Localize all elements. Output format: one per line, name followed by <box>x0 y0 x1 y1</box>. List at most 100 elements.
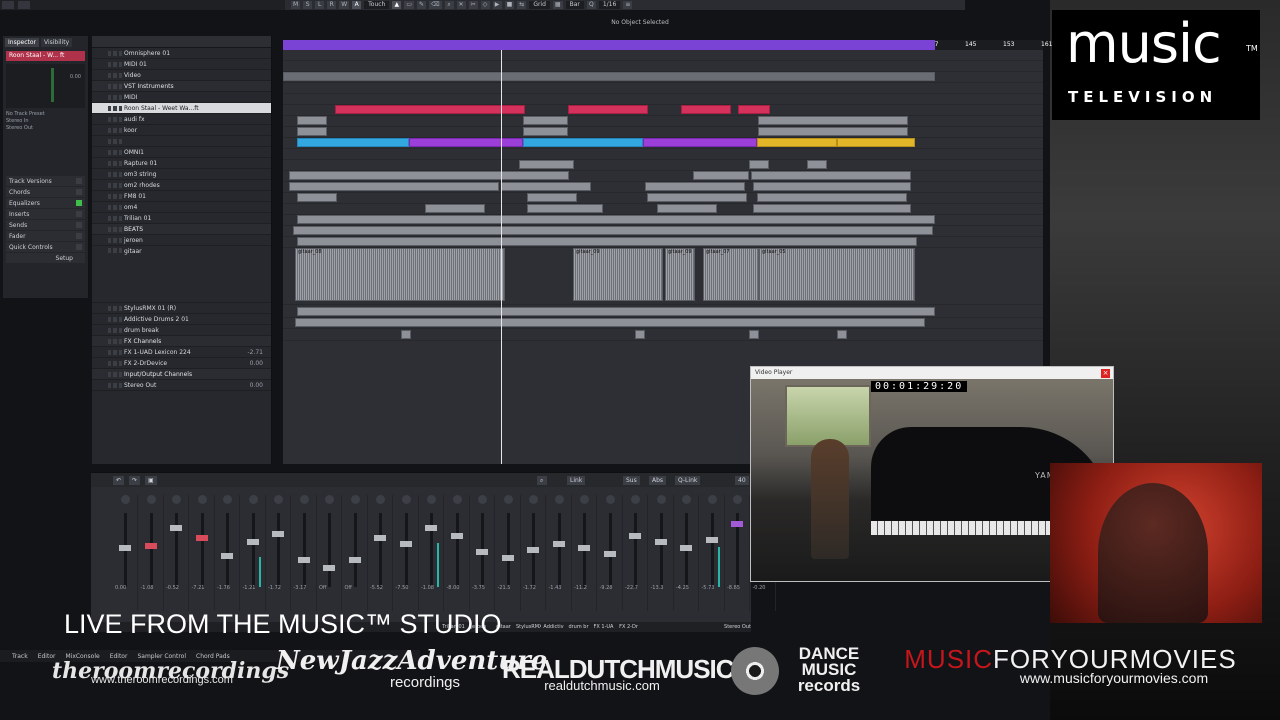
fader-handle[interactable] <box>578 545 590 551</box>
track-lane[interactable] <box>283 171 1043 182</box>
track-row[interactable] <box>92 136 271 147</box>
track-toggle-icon[interactable] <box>113 193 117 199</box>
event-clip[interactable] <box>527 204 603 213</box>
window-control-icon[interactable] <box>2 1 14 9</box>
track-toggle-icon[interactable] <box>113 305 117 311</box>
pan-knob[interactable] <box>529 495 538 504</box>
fader-handle[interactable] <box>705 537 718 543</box>
mixer-channel-strip[interactable]: -1.08 <box>139 495 164 611</box>
track-controls[interactable] <box>92 248 122 253</box>
track-toggle-icon[interactable] <box>113 116 117 122</box>
track-row[interactable]: Rapture 01 <box>92 158 271 169</box>
mixer-channel-strip[interactable]: -11.2 <box>572 495 597 611</box>
track-toggle-icon[interactable] <box>108 226 112 232</box>
mixer-channel-strip[interactable]: -1.72 <box>266 495 291 611</box>
track-toggle-icon[interactable] <box>113 171 117 177</box>
audio-event[interactable]: gitaar_09 <box>665 248 695 301</box>
track-toggle-icon[interactable] <box>113 149 117 155</box>
event-clip[interactable] <box>657 204 717 213</box>
track-controls[interactable] <box>92 305 122 311</box>
track-toggle-icon[interactable] <box>113 371 117 377</box>
track-toggle-icon[interactable] <box>113 316 117 322</box>
fader-handle[interactable] <box>246 539 259 545</box>
fader-handle[interactable] <box>476 549 488 555</box>
fader-handle[interactable] <box>552 541 565 547</box>
track-row[interactable]: StylusRMX 01 (R) <box>92 303 271 314</box>
track-toggle-icon[interactable] <box>108 182 112 188</box>
track-toggle-icon[interactable] <box>108 50 112 56</box>
event-clip[interactable] <box>409 138 523 147</box>
mixer-channel-strip[interactable]: -1.21 <box>241 495 266 611</box>
track-toggle-icon[interactable] <box>108 204 112 210</box>
fader-handle[interactable] <box>348 557 361 563</box>
channel-name[interactable]: FX 1-UA <box>591 622 616 632</box>
fader-handle[interactable] <box>221 553 233 559</box>
track-lane[interactable] <box>283 83 1043 94</box>
event-clip[interactable] <box>297 215 935 224</box>
track-toggle-icon[interactable] <box>113 248 117 253</box>
mute-toggle[interactable]: M <box>291 1 301 9</box>
track-controls[interactable] <box>92 83 122 89</box>
track-row[interactable]: FX 2-DrDevice 0.00 <box>92 358 271 369</box>
track-toggle-icon[interactable] <box>108 349 112 355</box>
track-toggle-icon[interactable] <box>108 171 112 177</box>
event-clip[interactable] <box>401 330 411 339</box>
auto-toggle[interactable]: A <box>352 1 362 9</box>
track-toggle-icon[interactable] <box>108 237 112 243</box>
mixer-channel-strip[interactable]: -13.3 <box>649 495 674 611</box>
track-controls[interactable] <box>92 371 122 377</box>
glue-tool-icon[interactable]: ◇ <box>480 1 490 9</box>
track-toggle-icon[interactable] <box>113 382 117 388</box>
track-volume[interactable]: -2.71 <box>247 349 263 356</box>
fader-handle[interactable] <box>195 535 208 541</box>
pan-knob[interactable] <box>248 495 258 504</box>
fader-track[interactable] <box>149 513 153 587</box>
track-lane[interactable] <box>283 318 1043 329</box>
track-row[interactable]: Trilian 01 <box>92 213 271 224</box>
event-clip[interactable] <box>647 193 747 202</box>
track-lane[interactable] <box>283 116 1043 127</box>
track-toggle-icon[interactable] <box>118 138 122 144</box>
track-controls[interactable] <box>92 160 122 166</box>
pan-knob[interactable] <box>274 495 283 504</box>
track-lane[interactable] <box>283 72 1043 83</box>
fader-track[interactable] <box>328 513 331 587</box>
track-controls[interactable] <box>92 382 122 388</box>
event-clip[interactable] <box>297 127 327 136</box>
track-row[interactable]: MIDI 01 <box>92 59 271 70</box>
mixer-channel-strip[interactable]: -7.50 <box>394 495 419 611</box>
fader-track[interactable] <box>634 513 637 587</box>
fader-handle[interactable] <box>680 545 692 551</box>
fader-track[interactable] <box>353 513 357 587</box>
output-routing[interactable]: Stereo Out <box>6 125 85 132</box>
track-toggle-icon[interactable] <box>108 116 112 122</box>
event-clip[interactable] <box>297 237 917 246</box>
track-row[interactable]: OMNI1 <box>92 147 271 158</box>
track-toggle-icon[interactable] <box>108 371 112 377</box>
track-toggle-icon[interactable] <box>113 204 117 210</box>
audio-event[interactable]: gitaar_08 <box>295 248 505 301</box>
range-tool-icon[interactable]: ▭ <box>404 1 415 9</box>
pan-knob[interactable] <box>580 495 589 504</box>
fader-handle[interactable] <box>731 521 743 527</box>
event-clip[interactable] <box>527 193 577 202</box>
track-controls[interactable] <box>92 72 122 78</box>
fader-handle[interactable] <box>399 541 412 547</box>
mixer-sus-button[interactable]: Sus <box>623 476 640 485</box>
fader-track[interactable] <box>226 513 229 587</box>
track-controls[interactable] <box>92 61 122 67</box>
track-row[interactable]: gitaar <box>92 246 271 303</box>
event-clip[interactable] <box>807 160 827 169</box>
fader-track[interactable] <box>557 513 561 587</box>
close-icon[interactable]: × <box>1101 369 1110 378</box>
window-control-icon[interactable] <box>18 1 30 9</box>
track-toggle-icon[interactable] <box>108 338 112 344</box>
track-lane[interactable] <box>283 50 1043 61</box>
fader-handle[interactable] <box>501 555 514 561</box>
cycle-range[interactable] <box>283 40 935 50</box>
pan-knob[interactable] <box>401 495 411 504</box>
mixer-abs-button[interactable]: Abs <box>649 476 667 485</box>
pan-knob[interactable] <box>197 495 207 504</box>
event-clip[interactable] <box>293 226 933 235</box>
fader-handle[interactable] <box>450 533 463 539</box>
